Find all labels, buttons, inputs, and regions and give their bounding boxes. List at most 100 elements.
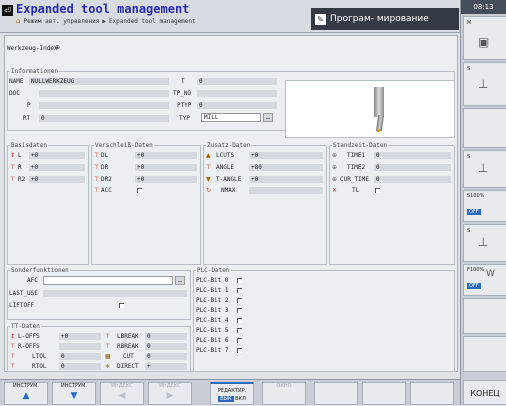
feed-wave-icon: W (486, 269, 495, 279)
tt-loffs-field[interactable]: +0 (59, 333, 101, 340)
machine-mode-icon: ⏎ (2, 5, 13, 16)
extra-tangle-field[interactable]: +0 (249, 176, 323, 183)
index-icon[interactable]: ⊕ (55, 44, 60, 51)
tt-roffs-label: R-OFFS (18, 343, 40, 350)
plc-bit-checkbox[interactable] (237, 338, 242, 343)
basis-l-field[interactable]: +0 (29, 152, 85, 159)
index-left-softkey[interactable]: ИНДЕКС ◀ (100, 382, 144, 405)
header-bar: ⏎ Expanded tool management ⌂ Режим авт. … (0, 0, 460, 33)
plc-bit-checkbox[interactable] (237, 288, 242, 293)
cut-icon: ▦ (105, 353, 111, 360)
tt-cut-label: CUT (123, 353, 134, 360)
wear-dr2-field[interactable]: +0 (135, 176, 197, 183)
edit-mode-icon: ✎ (315, 13, 326, 25)
time1-icon: ⊕ (332, 152, 338, 159)
tt-rtol-label: RTOL (32, 363, 47, 370)
tool-up-softkey[interactable]: ИНСТРУМ. ▲ (4, 382, 48, 405)
end-button[interactable]: КОНЕЦ (463, 380, 506, 405)
ptyp-label: PTYP (177, 102, 192, 109)
extra-lcuts-field[interactable]: +0 (249, 152, 323, 159)
typ-dropdown-button[interactable]: … (263, 113, 273, 122)
feed-override[interactable]: F100% W OFF (463, 264, 506, 296)
lastuse-label: LAST_USE (9, 290, 38, 297)
s-spindle-button-3[interactable]: S ⊥ (463, 224, 506, 262)
tool-down-softkey[interactable]: ИНСТРУМ. ▼ (52, 382, 96, 405)
breadcrumb: ⌂ Режим авт. управления ▶ Expanded tool … (16, 17, 196, 25)
lcuts-icon: ▲ (206, 152, 211, 159)
basis-r-field[interactable]: +0 (29, 164, 85, 171)
breadcrumb-page: Expanded tool management (108, 17, 196, 25)
tt-rtol-field[interactable]: 0 (59, 363, 101, 370)
plc-bit-checkbox[interactable] (237, 308, 242, 313)
tt-lbreak-label: LBREAK (117, 333, 139, 340)
plc-bit-checkbox[interactable] (237, 278, 242, 283)
tt-lbreak-field[interactable]: 0 (145, 333, 187, 340)
afc-field[interactable] (43, 276, 173, 285)
life-time1-field[interactable]: 0 (374, 152, 451, 159)
tool-preview-image (285, 80, 455, 138)
edit-toggle-softkey[interactable]: РЕДАКТИР. ВЫК ВКЛ (210, 382, 254, 405)
tt-title: TT-Daten (10, 323, 41, 330)
life-curtime-field[interactable]: 0 (374, 176, 451, 183)
basis-r-label: R (18, 164, 22, 171)
extra-nmax-field[interactable] (249, 187, 323, 194)
tpno-field[interactable] (197, 90, 277, 97)
tl-checkbox[interactable] (375, 188, 380, 193)
plc-bit-label: PLC-Bit 3 (196, 307, 229, 314)
life-time1-label: TIME1 (347, 152, 366, 159)
plc-bit-checkbox[interactable] (237, 348, 242, 353)
life-time2-field[interactable]: 0 (374, 164, 451, 171)
ptyp-field[interactable]: 0 (197, 102, 277, 109)
index-right-softkey[interactable]: ИНДЕКС ▶ (148, 382, 192, 405)
dr2-icon: ⊤ (94, 176, 100, 183)
arrow-left-icon: ◀ (118, 391, 126, 401)
wear-dl-field[interactable]: +0 (135, 152, 197, 159)
window-softkey[interactable]: ОКНО (262, 382, 306, 405)
liftoff-checkbox[interactable] (119, 303, 124, 308)
s-spindle-button-1[interactable]: S ⊥ (463, 62, 506, 106)
wear-dr-field[interactable]: +0 (135, 164, 197, 171)
doc-field[interactable] (39, 90, 169, 97)
p-field[interactable] (39, 102, 169, 109)
angle-icon: ⊤ (206, 164, 212, 171)
spindle-override[interactable]: S100% OFF (463, 190, 506, 222)
plc-bit-label: PLC-Bit 4 (196, 317, 229, 324)
s-spindle-button-2[interactable]: S ⊥ (463, 150, 506, 188)
rt-field[interactable]: 0 (39, 115, 169, 122)
tool-form: Werkzeug-Index ⊕ Informationen NAME NULL… (4, 35, 458, 372)
tt-ltol-field[interactable]: 0 (59, 353, 101, 360)
nmax-icon: ↻ (206, 187, 212, 194)
empty-softkey-9[interactable] (410, 382, 454, 405)
empty-right-key-2[interactable] (463, 298, 506, 334)
dr-icon: ⊤ (94, 164, 100, 171)
basis-r2-field[interactable]: +0 (29, 176, 85, 183)
spindle-icon: ▣ (478, 35, 490, 49)
empty-softkey-8[interactable] (362, 382, 406, 405)
tt-cut-field[interactable]: 0 (145, 353, 187, 360)
tt-loffs-label: L-OFFS (18, 333, 40, 340)
extra-section: Zusatz-Daten (203, 142, 327, 265)
wear-section: Verschleiß-Daten (91, 142, 201, 265)
empty-right-key-1[interactable] (463, 108, 506, 148)
plc-bit-checkbox[interactable] (237, 298, 242, 303)
rt-label: RT (23, 115, 31, 122)
tt-rbreak-field[interactable]: 0 (145, 343, 187, 350)
plc-bit-checkbox[interactable] (237, 318, 242, 323)
programming-mode-button[interactable]: ✎ Програм- мирование (311, 8, 459, 30)
afc-dropdown-button[interactable]: … (175, 276, 185, 285)
name-field[interactable]: NULLWERKZEUG (29, 78, 169, 85)
wear-title: Verschleiß-Daten (94, 142, 154, 149)
tt-direct-field[interactable]: + (145, 363, 187, 370)
extra-angle-field[interactable]: +80 (249, 164, 323, 171)
tt-roffs-field[interactable] (59, 343, 101, 350)
wear-dl-label: DL (101, 152, 109, 159)
lastuse-field[interactable] (43, 290, 187, 297)
empty-right-key-3[interactable] (463, 336, 506, 372)
plc-bit-checkbox[interactable] (237, 328, 242, 333)
basis-l-label: L (18, 152, 22, 159)
acc-checkbox[interactable] (137, 188, 142, 193)
empty-softkey-7[interactable] (314, 382, 358, 405)
t-field[interactable]: 0 (197, 78, 277, 85)
m-function-button[interactable]: M ▣ (463, 16, 506, 60)
typ-select[interactable]: MILL (201, 113, 261, 122)
